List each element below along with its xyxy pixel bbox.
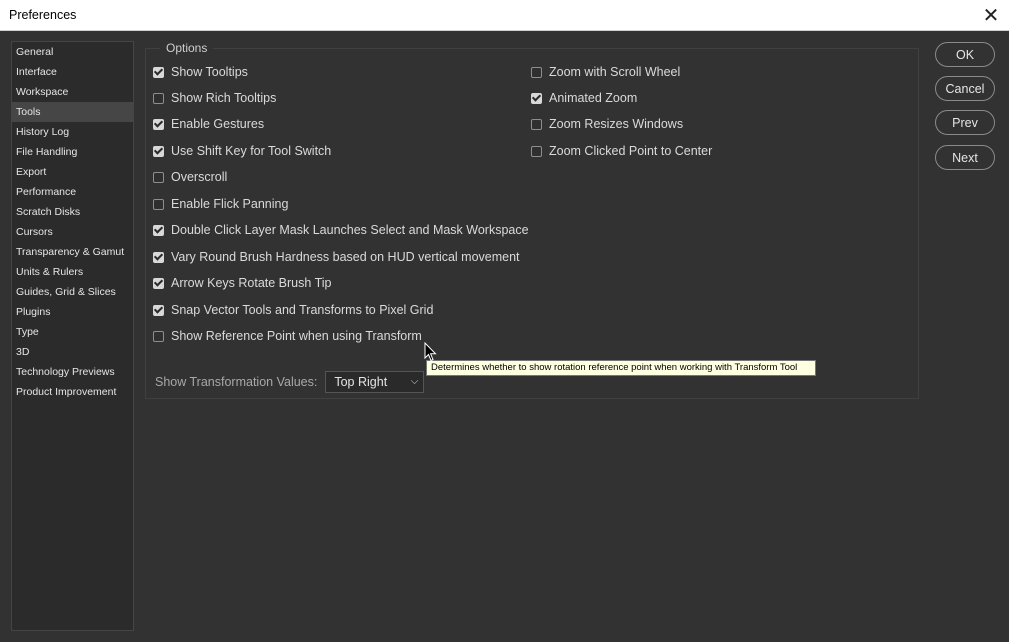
transformation-values-label: Show Transformation Values: bbox=[155, 375, 318, 389]
checkbox-box[interactable] bbox=[531, 92, 542, 104]
checkbox-label: Animated Zoom bbox=[549, 91, 638, 105]
checkbox-animated-zoom[interactable]: Animated Zoom bbox=[531, 90, 637, 106]
sidebar: General Interface Workspace Tools Histor… bbox=[11, 41, 134, 631]
checkbox-label: Arrow Keys Rotate Brush Tip bbox=[171, 276, 332, 290]
checkbox-show-reference-point[interactable]: Show Reference Point when using Transfor… bbox=[153, 328, 422, 344]
prev-button[interactable]: Prev bbox=[935, 110, 995, 135]
transformation-values-row: Show Transformation Values: Top Right ⌵ bbox=[155, 371, 425, 393]
sidebar-item-type[interactable]: Type bbox=[12, 322, 133, 342]
mouse-cursor-icon bbox=[424, 342, 437, 362]
window-title: Preferences bbox=[9, 8, 77, 22]
title-bar: Preferences ✕ bbox=[0, 0, 1009, 31]
checkbox-label: Overscroll bbox=[171, 170, 228, 184]
checkbox-enable-gestures[interactable]: Enable Gestures bbox=[153, 116, 264, 132]
checkbox-use-shift-key[interactable]: Use Shift Key for Tool Switch bbox=[153, 143, 331, 159]
sidebar-item-scratch-disks[interactable]: Scratch Disks bbox=[12, 202, 133, 222]
checkbox-arrow-keys-rotate-brush-tip[interactable]: Arrow Keys Rotate Brush Tip bbox=[153, 275, 331, 291]
sidebar-item-technology-previews[interactable]: Technology Previews bbox=[12, 362, 133, 382]
checkbox-box[interactable] bbox=[531, 118, 542, 130]
dialog-body: General Interface Workspace Tools Histor… bbox=[0, 31, 1009, 642]
sidebar-item-history-log[interactable]: History Log bbox=[12, 122, 133, 142]
sidebar-item-transparency-gamut[interactable]: Transparency & Gamut bbox=[12, 242, 133, 262]
checkbox-box[interactable] bbox=[531, 145, 542, 157]
transformation-values-value: Top Right bbox=[334, 375, 388, 389]
checkbox-label: Vary Round Brush Hardness based on HUD v… bbox=[171, 250, 520, 264]
checkbox-box[interactable] bbox=[531, 66, 542, 78]
next-button[interactable]: Next bbox=[935, 145, 995, 170]
checkbox-box[interactable] bbox=[153, 145, 164, 157]
checkbox-box[interactable] bbox=[153, 171, 164, 183]
sidebar-item-tools[interactable]: Tools bbox=[12, 102, 133, 122]
sidebar-item-performance[interactable]: Performance bbox=[12, 182, 133, 202]
close-icon[interactable]: ✕ bbox=[973, 0, 1009, 31]
ok-button[interactable]: OK bbox=[935, 42, 995, 67]
checkbox-label: Double Click Layer Mask Launches Select … bbox=[171, 223, 529, 237]
transformation-values-select[interactable]: Top Right ⌵ bbox=[325, 371, 425, 393]
checkbox-label: Show Rich Tooltips bbox=[171, 91, 277, 105]
checkbox-box[interactable] bbox=[153, 277, 164, 289]
checkbox-overscroll[interactable]: Overscroll bbox=[153, 169, 227, 185]
checkbox-label: Zoom with Scroll Wheel bbox=[549, 65, 681, 79]
sidebar-item-export[interactable]: Export bbox=[12, 162, 133, 182]
sidebar-item-file-handling[interactable]: File Handling bbox=[12, 142, 133, 162]
checkbox-box[interactable] bbox=[153, 66, 164, 78]
sidebar-item-product-improvement[interactable]: Product Improvement bbox=[12, 382, 133, 402]
checkbox-zoom-clicked-point-to-center[interactable]: Zoom Clicked Point to Center bbox=[531, 143, 712, 159]
sidebar-item-units-rulers[interactable]: Units & Rulers bbox=[12, 262, 133, 282]
checkbox-vary-round-brush-hardness[interactable]: Vary Round Brush Hardness based on HUD v… bbox=[153, 249, 520, 265]
cancel-button[interactable]: Cancel bbox=[935, 76, 995, 101]
checkbox-label: Show Reference Point when using Transfor… bbox=[171, 329, 422, 343]
sidebar-item-3d[interactable]: 3D bbox=[12, 342, 133, 362]
checkbox-enable-flick-panning[interactable]: Enable Flick Panning bbox=[153, 196, 288, 212]
checkbox-label: Zoom Clicked Point to Center bbox=[549, 144, 713, 158]
chevron-down-icon: ⌵ bbox=[410, 376, 419, 387]
checkbox-label: Zoom Resizes Windows bbox=[549, 117, 684, 131]
checkbox-box[interactable] bbox=[153, 224, 164, 236]
sidebar-item-interface[interactable]: Interface bbox=[12, 62, 133, 82]
checkbox-box[interactable] bbox=[153, 118, 164, 130]
checkbox-show-tooltips[interactable]: Show Tooltips bbox=[153, 64, 248, 80]
checkbox-label: Snap Vector Tools and Transforms to Pixe… bbox=[171, 303, 434, 317]
checkbox-label: Enable Gestures bbox=[171, 117, 265, 131]
checkbox-double-click-layer-mask[interactable]: Double Click Layer Mask Launches Select … bbox=[153, 222, 529, 238]
sidebar-item-workspace[interactable]: Workspace bbox=[12, 82, 133, 102]
checkbox-box[interactable] bbox=[153, 304, 164, 316]
tooltip: Determines whether to show rotation refe… bbox=[426, 360, 817, 376]
checkbox-box[interactable] bbox=[153, 251, 164, 263]
checkbox-label: Use Shift Key for Tool Switch bbox=[171, 144, 332, 158]
checkbox-snap-vector-tools[interactable]: Snap Vector Tools and Transforms to Pixe… bbox=[153, 302, 433, 318]
checkbox-box[interactable] bbox=[153, 198, 164, 210]
sidebar-item-cursors[interactable]: Cursors bbox=[12, 222, 133, 242]
checkbox-label: Show Tooltips bbox=[171, 65, 248, 79]
checkbox-box[interactable] bbox=[153, 330, 164, 342]
checkbox-label: Enable Flick Panning bbox=[171, 197, 289, 211]
sidebar-item-general[interactable]: General bbox=[12, 42, 133, 62]
checkbox-show-rich-tooltips[interactable]: Show Rich Tooltips bbox=[153, 90, 276, 106]
sidebar-item-guides-grid-slices[interactable]: Guides, Grid & Slices bbox=[12, 282, 133, 302]
sidebar-item-plugins[interactable]: Plugins bbox=[12, 302, 133, 322]
checkbox-box[interactable] bbox=[153, 92, 164, 104]
checkbox-zoom-resizes-windows[interactable]: Zoom Resizes Windows bbox=[531, 116, 683, 132]
options-legend: Options bbox=[160, 41, 214, 55]
checkbox-zoom-with-scroll-wheel[interactable]: Zoom with Scroll Wheel bbox=[531, 64, 680, 80]
